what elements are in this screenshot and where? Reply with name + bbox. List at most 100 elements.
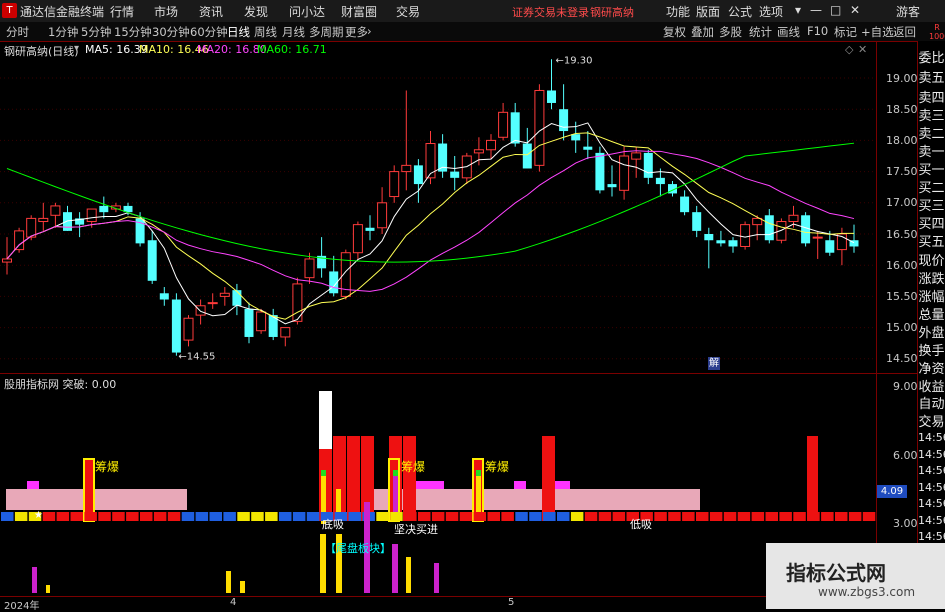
tab-monthly[interactable]: 月线: [282, 24, 305, 40]
tick-time: 14:56: [918, 513, 945, 527]
signal-cell: [862, 512, 876, 521]
chevron-down-icon[interactable]: ▾: [74, 43, 79, 54]
tab-more[interactable]: 更多: [345, 24, 368, 40]
tick-time: 14:56: [918, 447, 945, 461]
unlock-tag[interactable]: 解: [708, 357, 720, 370]
quote-label: 卖二: [918, 127, 945, 142]
candle-body: [534, 89, 545, 166]
signal-cell: [84, 512, 97, 521]
menu-function[interactable]: 功能: [666, 3, 690, 20]
signal-cell: [682, 512, 695, 521]
candle-body: [413, 165, 423, 185]
indicator-chart[interactable]: ★: [0, 374, 876, 596]
dixi-label: 底吸: [322, 518, 344, 531]
candle-body: [655, 177, 665, 185]
btn-back[interactable]: 返回: [893, 24, 916, 40]
candle-body: [425, 143, 436, 179]
candle-body: [256, 311, 267, 332]
btn-multi-stock[interactable]: 多股: [719, 24, 742, 40]
candlestick-chart[interactable]: ←19.30 ←14.55: [0, 41, 876, 374]
signal-cell: [390, 512, 403, 521]
tab-multi-period[interactable]: 多周期: [309, 24, 344, 40]
menu-options[interactable]: 选项: [759, 3, 783, 20]
close-icon[interactable]: ✕: [850, 3, 860, 17]
ma60-label: MA60: 16.71: [257, 43, 327, 56]
signal-cell: [654, 512, 667, 521]
signal-cell: [251, 512, 264, 521]
quote-label: 委比: [918, 51, 945, 66]
tab-timeshare[interactable]: 分时: [6, 24, 29, 40]
signal-cell: [237, 512, 250, 521]
price-tick: 16.00: [886, 259, 918, 272]
signal-cell: [696, 512, 709, 521]
candle-body: [825, 240, 835, 253]
menu-news[interactable]: 资讯: [199, 3, 223, 20]
signal-cell: [306, 512, 320, 521]
tab-daily[interactable]: 日线: [227, 24, 250, 40]
tab-1min[interactable]: 1分钟: [48, 24, 78, 40]
menu-trade[interactable]: 交易: [396, 3, 420, 20]
signal-cell: [737, 512, 751, 521]
menu-ask[interactable]: 问小达: [289, 3, 325, 20]
signal-cell: [529, 512, 542, 521]
candle-body: [522, 143, 532, 169]
settings-diamond-icon[interactable]: ◇: [845, 43, 853, 56]
price-tick: 15.00: [886, 321, 918, 334]
btn-add-watchlist[interactable]: +自选: [861, 24, 894, 40]
candle-body: [401, 164, 412, 173]
guest-label[interactable]: 游客: [896, 3, 920, 20]
btn-f10[interactable]: F10: [807, 24, 828, 38]
candle-body: [159, 293, 169, 300]
tick-time: 14:56: [918, 530, 945, 543]
candle-body: [801, 215, 811, 244]
signal-cell: [265, 512, 278, 521]
tab-15min[interactable]: 15分钟: [114, 24, 152, 40]
signal-cell: [98, 512, 111, 521]
login-warning[interactable]: 证券交易未登录: [512, 4, 589, 20]
candle-body: [195, 305, 206, 316]
candle-body: [232, 290, 242, 306]
signal-cell: [279, 512, 292, 521]
menu-discover[interactable]: 发现: [244, 3, 268, 20]
tab-weekly[interactable]: 周线: [254, 24, 277, 40]
indicator-tick: 3.00: [893, 517, 918, 530]
btn-overlay[interactable]: 叠加: [691, 24, 714, 40]
signal-cell: [821, 512, 834, 521]
btn-adjust[interactable]: 复权: [663, 24, 686, 40]
menu-formula[interactable]: 公式: [728, 3, 752, 20]
signal-cell: [584, 512, 598, 521]
signal-cell: [459, 512, 473, 521]
red-bar: [403, 436, 416, 521]
candle-body: [219, 292, 230, 297]
magenta-block: [514, 481, 526, 489]
date-tick: 4: [230, 597, 237, 608]
green-mark: [321, 470, 326, 476]
weipan-label: 【尾盘板块】: [325, 542, 391, 555]
minimize-icon[interactable]: —: [810, 3, 822, 17]
menu-markets[interactable]: 市场: [154, 3, 178, 20]
quote-label: 卖四: [918, 91, 945, 106]
candle-body: [365, 227, 375, 231]
tab-60min[interactable]: 60分钟: [190, 24, 228, 40]
low-price-label: ←14.55: [178, 352, 215, 363]
menu-layout[interactable]: 版面: [696, 3, 720, 20]
tab-30min[interactable]: 30分钟: [152, 24, 190, 40]
menu-wealth[interactable]: 财富圈: [341, 3, 377, 20]
candle-body: [740, 224, 751, 247]
more-chevron-icon[interactable]: ›: [367, 24, 372, 38]
app-logo-icon: T: [2, 3, 17, 18]
price-tick: 18.50: [886, 103, 918, 116]
yellow-low-bar: [46, 585, 50, 593]
tab-5min[interactable]: 5分钟: [81, 24, 111, 40]
quote-label: 涨跌: [918, 272, 945, 287]
btn-stats[interactable]: 统计: [749, 24, 772, 40]
btn-draw-line[interactable]: 画线: [777, 24, 800, 40]
candle-body: [547, 90, 556, 103]
magenta-block: [27, 481, 39, 489]
btn-mark[interactable]: 标记: [834, 24, 857, 40]
close-indicator-icon[interactable]: ✕: [858, 43, 867, 56]
restore-icon[interactable]: □: [830, 3, 841, 17]
menu-dropdown-icon[interactable]: ▾: [795, 3, 801, 17]
menu-market[interactable]: 行情: [110, 3, 134, 20]
candle-body: [389, 171, 400, 198]
